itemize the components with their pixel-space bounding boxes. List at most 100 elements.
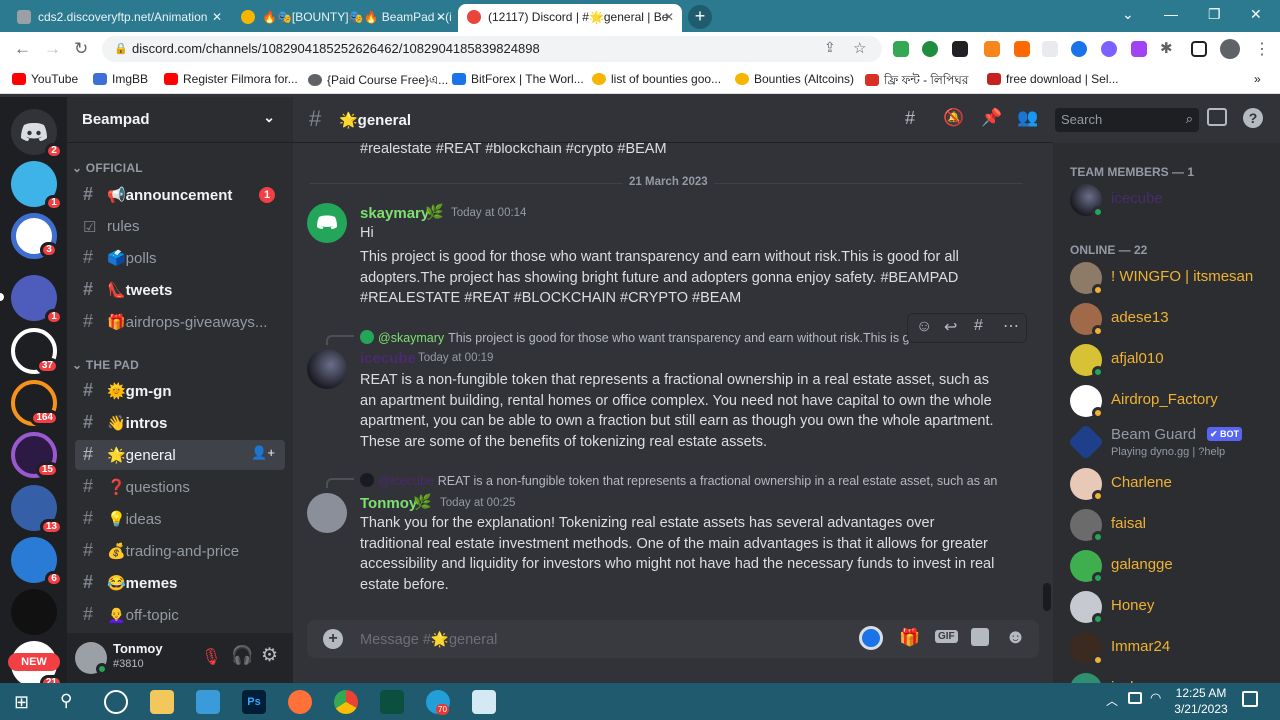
bookmark-item[interactable]: BitForex | The Worl... <box>452 72 584 86</box>
browser-tab[interactable]: cds2.discoveryftp.net/Animation ✕ <box>8 4 230 32</box>
clock-time[interactable]: 12:25 AM <box>1170 686 1232 700</box>
channel-item[interactable]: # 😂memes <box>75 568 285 598</box>
bookmark-item[interactable]: ফ্রি ফন্ট - লিপিঘর <box>865 72 968 92</box>
mute-mic-icon[interactable]: 🎙 <box>201 647 221 667</box>
reply-preview[interactable]: @icecube REAT is a non-fungible token tha… <box>360 473 1000 488</box>
gift-icon[interactable]: 🎁 <box>899 628 920 648</box>
photoshop-icon[interactable]: Ps <box>242 690 266 714</box>
clock-date[interactable]: 3/21/2023 <box>1170 702 1232 716</box>
channel-item[interactable]: # 👋intros <box>75 408 285 438</box>
bookmark-item[interactable]: Bounties (Altcoins) <box>735 72 854 86</box>
extension-list-icon[interactable] <box>1042 41 1058 57</box>
headphones-icon[interactable]: 🎧 <box>231 645 253 666</box>
server-icon[interactable]: 13 <box>11 485 63 535</box>
notifications-icon[interactable] <box>1242 691 1258 707</box>
server-icon[interactable]: 15 <box>11 432 59 478</box>
url-field[interactable]: 🔒 discord.com/channels/10829041852526264… <box>102 36 882 62</box>
extension-shield-icon[interactable] <box>893 41 909 57</box>
search-icon[interactable]: ⚲ <box>60 691 72 711</box>
channel-item[interactable]: # 👩‍🦲off-topic <box>75 600 285 630</box>
bookmark-star-icon[interactable]: ☆ <box>853 39 866 57</box>
battery-icon[interactable] <box>1128 692 1142 704</box>
member-item[interactable]: adese13 <box>1070 299 1270 339</box>
bookmark-item[interactable]: {Paid Course Free}এ... <box>308 72 448 92</box>
emoji-icon[interactable]: ☻ <box>1005 626 1026 649</box>
pin-icon[interactable]: 📌 <box>981 108 1002 128</box>
extensions-puzzle-icon[interactable]: ✱ <box>1160 39 1173 57</box>
server-icon[interactable]: 6 <box>11 537 63 587</box>
threads-icon[interactable]: # <box>905 108 915 129</box>
bookmark-item[interactable]: Register Filmora for... <box>164 72 298 86</box>
new-unreads-pill[interactable]: NEW <box>8 653 60 671</box>
cortana-icon[interactable] <box>104 690 128 714</box>
extension-cube-icon[interactable] <box>952 41 968 57</box>
help-icon[interactable]: ? <box>1243 108 1263 128</box>
message-author[interactable]: skaymary <box>360 205 429 222</box>
bookmark-item[interactable]: YouTube <box>12 72 78 86</box>
member-item[interactable]: Honey <box>1070 587 1270 627</box>
gif-button[interactable]: GIF <box>935 630 958 643</box>
avatar[interactable] <box>75 642 108 675</box>
network-icon[interactable]: ◠ <box>1150 690 1161 706</box>
message-author[interactable]: Tonmoy <box>360 495 417 512</box>
new-tab-button[interactable]: + <box>688 5 712 29</box>
close-icon[interactable]: ✕ <box>212 4 222 30</box>
member-item[interactable]: Beam Guard ✔ BOT Playing dyno.gg | ?help <box>1067 422 1270 462</box>
share-icon[interactable]: ⇪ <box>824 39 836 56</box>
windows-start-icon[interactable]: ⊞ <box>14 692 29 713</box>
reload-icon[interactable]: ↻ <box>74 39 88 59</box>
member-item[interactable]: icecube <box>1070 180 1270 220</box>
member-list-icon[interactable]: 👥 <box>1017 108 1038 128</box>
add-reaction-icon[interactable]: ☺ <box>916 318 932 336</box>
grammar-assistant-icon[interactable] <box>859 626 883 650</box>
extension-mail-icon[interactable] <box>1131 41 1147 57</box>
app-icon[interactable] <box>196 690 220 714</box>
create-thread-icon[interactable]: # <box>974 317 983 335</box>
telegram-icon[interactable]: 70 <box>426 690 450 715</box>
extension-bolt-icon[interactable] <box>1014 41 1030 57</box>
member-item[interactable]: Immar24 <box>1070 628 1270 668</box>
scrollbar-thumb[interactable] <box>1043 583 1051 611</box>
message-composer[interactable]: + Message #🌟general 🎁 GIF ☻ <box>307 620 1039 658</box>
extension-circle-icon[interactable] <box>1101 41 1117 57</box>
firefox-icon[interactable] <box>288 690 312 714</box>
server-icon[interactable]: 1 <box>11 275 63 325</box>
member-item[interactable]: faisal <box>1070 505 1270 545</box>
profile-avatar[interactable] <box>1220 39 1240 59</box>
channel-item[interactable]: # 📢announcement 1 <box>75 180 285 210</box>
channel-item[interactable]: # 👠tweets <box>75 275 285 305</box>
channel-item[interactable]: # 🗳️polls <box>75 243 285 273</box>
reply-icon[interactable]: ↩ <box>944 317 957 337</box>
tray-chevron-icon[interactable]: ︿ <box>1106 692 1118 709</box>
side-panel-icon[interactable] <box>1191 41 1207 57</box>
chrome-icon[interactable] <box>334 690 358 714</box>
browser-tab[interactable]: 🔥🎭[BOUNTY]🎭🔥 BeamPad - (i ✕ <box>232 4 454 32</box>
inbox-icon[interactable] <box>1207 108 1227 126</box>
bookmark-item[interactable]: ImgBB <box>93 72 148 86</box>
reply-preview[interactable]: @skaymary This project is good for those … <box>360 330 1000 345</box>
menu-kebab-icon[interactable]: ⋮ <box>1254 39 1270 59</box>
minimize-icon[interactable]: — <box>1164 6 1178 22</box>
browser-tab-active[interactable]: (12117) Discord | #🌟general | Be ✕ <box>458 4 682 32</box>
member-item[interactable]: galangge <box>1070 546 1270 586</box>
member-item[interactable]: Airdrop_Factory <box>1070 381 1270 421</box>
bookmarks-overflow-icon[interactable]: » <box>1254 72 1261 86</box>
server-icon[interactable] <box>11 589 57 635</box>
window-close-icon[interactable]: ✕ <box>1250 6 1262 23</box>
close-icon[interactable]: ✕ <box>436 4 446 30</box>
server-icon[interactable]: 164 <box>11 380 59 426</box>
notification-bell-icon[interactable]: 🔕 <box>943 108 964 128</box>
server-header[interactable]: Beampad ⌄ <box>67 97 293 143</box>
gear-icon[interactable]: ⚙ <box>261 644 278 667</box>
channel-item[interactable]: # ❓questions <box>75 472 285 502</box>
channel-item-selected[interactable]: # 🌟general 👤+ <box>75 440 285 470</box>
channel-item[interactable]: # 🎁airdrops-giveaways... <box>75 307 285 337</box>
avatar[interactable] <box>307 203 347 243</box>
channel-item[interactable]: ☑ rules <box>75 212 285 242</box>
maximize-icon[interactable]: ❐ <box>1208 6 1221 23</box>
channel-item[interactable]: # 💡ideas <box>75 504 285 534</box>
channel-item[interactable]: # 💰trading-and-price <box>75 536 285 566</box>
channel-item[interactable]: # 🌞gm-gn <box>75 376 285 406</box>
member-item[interactable]: jackzzone <box>1070 669 1270 683</box>
invite-icon[interactable]: 👤+ <box>251 445 275 461</box>
